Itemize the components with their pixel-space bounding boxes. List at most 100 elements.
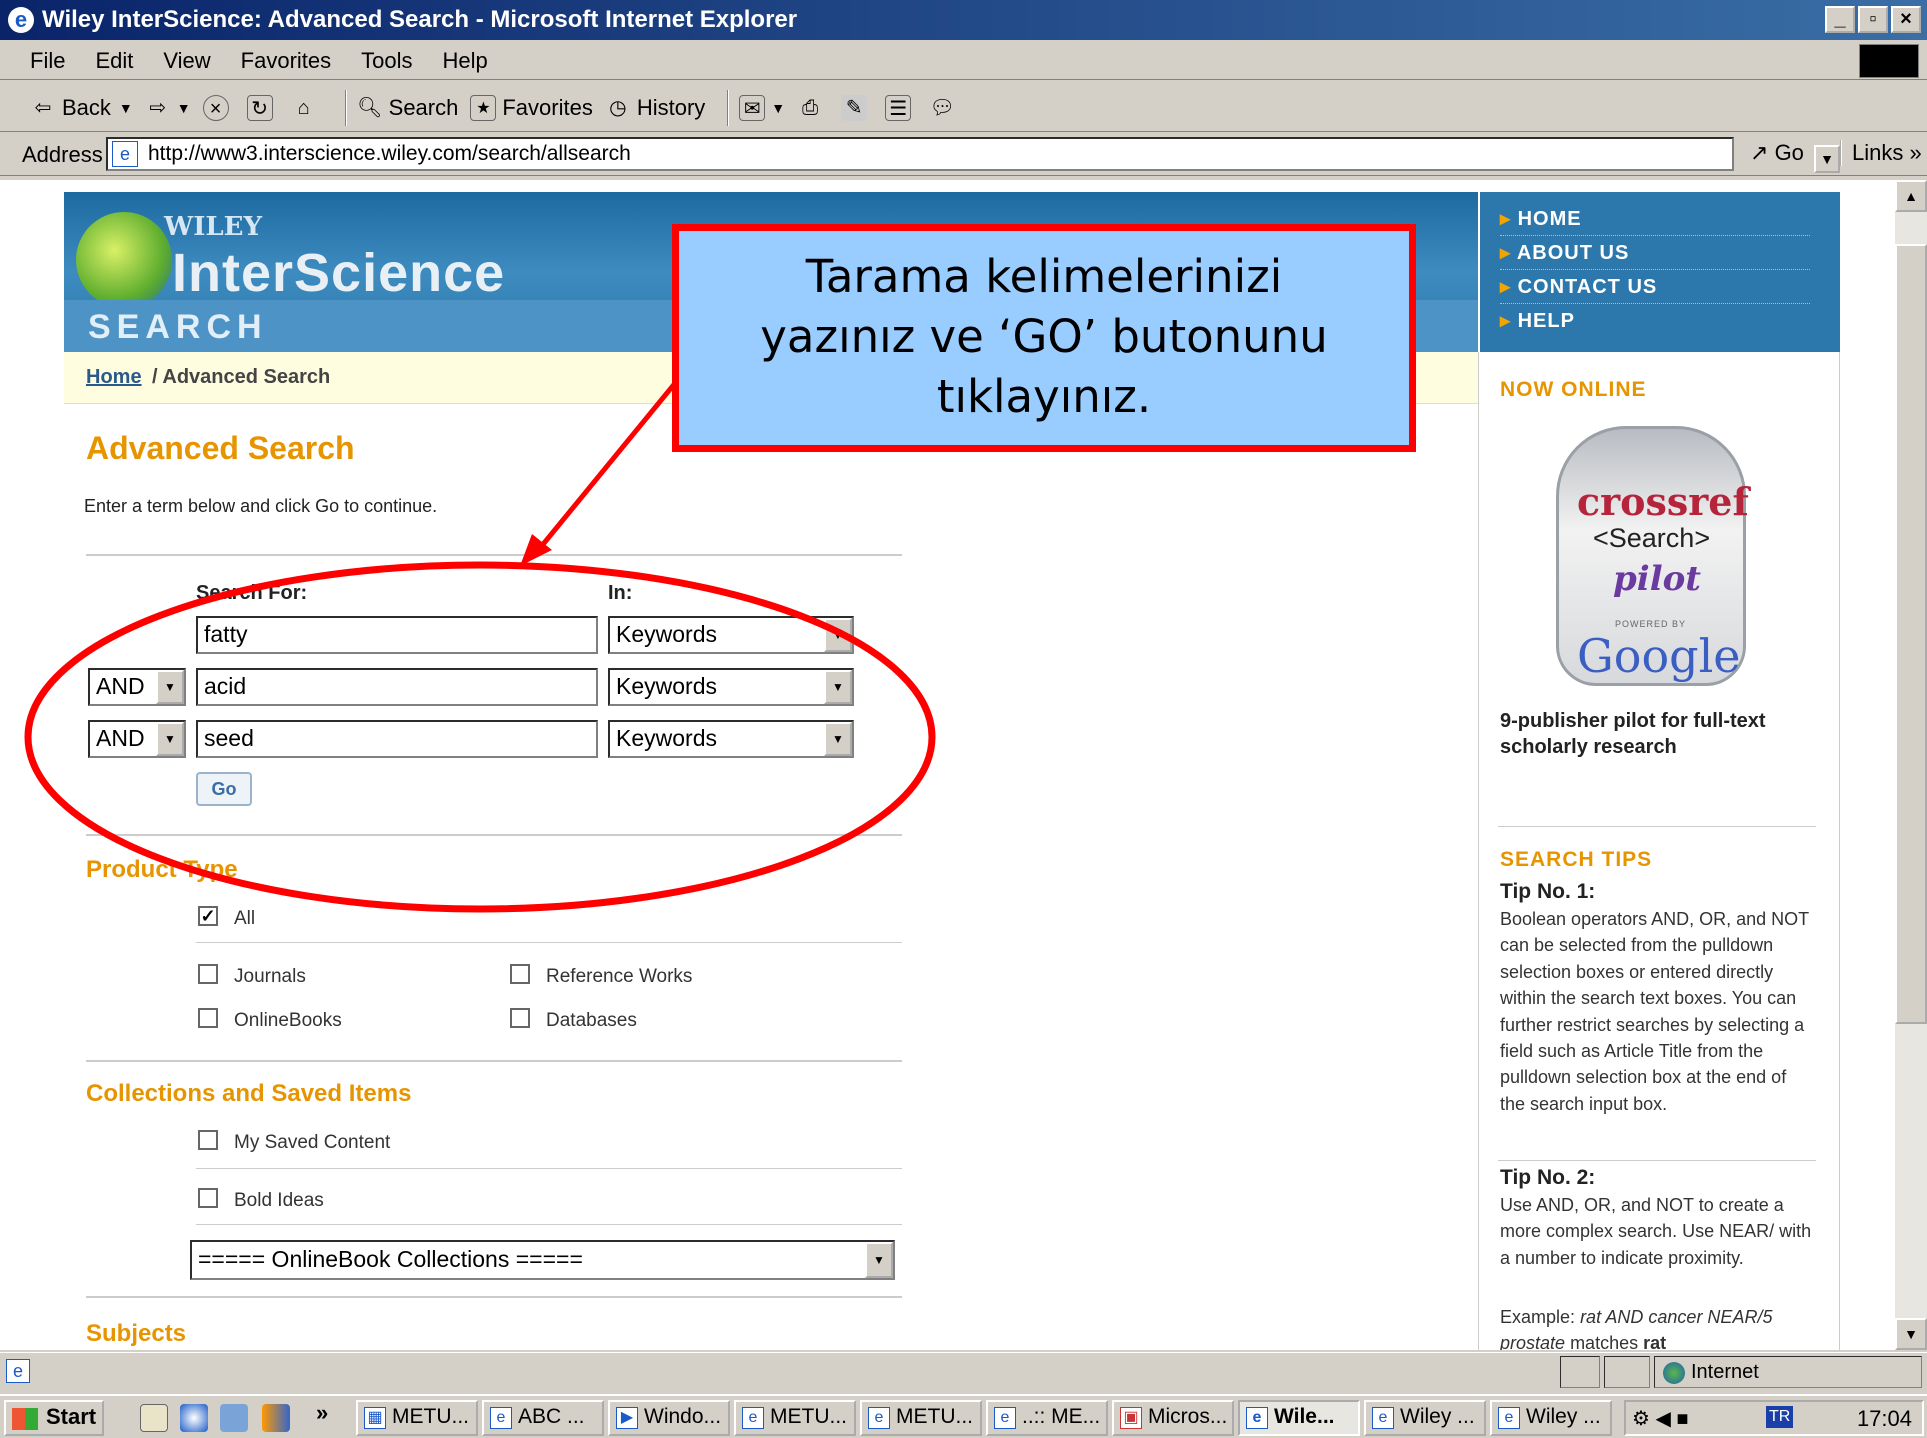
status-pane <box>1604 1356 1650 1388</box>
taskbar-button[interactable]: ▣ Micros... <box>1112 1400 1234 1436</box>
ie-icon: e <box>8 7 34 33</box>
crossref-search-text: <Search> <box>1593 523 1711 553</box>
go-button[interactable]: Go <box>196 772 252 806</box>
nav-home[interactable]: HOME <box>1500 206 1810 236</box>
menu-edit[interactable]: Edit <box>80 48 148 74</box>
crossref-search-badge[interactable]: crossref <Search> pilot POWERED BY Googl… <box>1556 426 1749 686</box>
forward-button[interactable]: ⇨ ▼ <box>145 95 191 121</box>
windows-flag-icon <box>12 1408 38 1430</box>
top-nav: HOME ABOUT US CONTACT US HELP <box>1480 192 1840 352</box>
ie-icon: e <box>868 1407 890 1429</box>
refresh-button[interactable]: ↻ <box>246 94 279 121</box>
divider <box>1498 826 1816 827</box>
operator-select-3[interactable]: AND ▼ <box>88 720 186 758</box>
taskbar-button[interactable]: e METU... <box>860 1400 982 1436</box>
checkbox-bold-ideas[interactable] <box>198 1188 218 1208</box>
ie-quicklaunch-icon[interactable] <box>180 1404 208 1432</box>
discuss-button[interactable]: ☰ <box>885 94 917 121</box>
menu-favorites[interactable]: Favorites <box>226 48 346 74</box>
nav-contact-us[interactable]: CONTACT US <box>1500 274 1810 304</box>
tip-example: Example: rat AND cancer NEAR/5 prostate … <box>1500 1307 1773 1350</box>
checkbox-reference-works[interactable] <box>510 964 530 984</box>
nav-help[interactable]: HELP <box>1500 308 1810 337</box>
security-zone: Internet <box>1654 1356 1922 1388</box>
maximize-button[interactable]: ▫ <box>1858 6 1888 33</box>
menu-help[interactable]: Help <box>428 48 503 74</box>
ie-icon: e <box>994 1407 1016 1429</box>
divider <box>196 1224 902 1225</box>
address-label: Address <box>22 141 103 167</box>
checkbox-databases[interactable] <box>510 1008 530 1028</box>
language-indicator[interactable]: TR <box>1766 1406 1794 1428</box>
menu-file[interactable]: File <box>0 48 80 74</box>
close-button[interactable]: × <box>1891 6 1921 33</box>
quicklaunch-more[interactable]: » <box>316 1400 328 1426</box>
media-icon: ▶ <box>616 1407 638 1429</box>
operator-select-2[interactable]: AND ▼ <box>88 668 186 706</box>
vertical-scrollbar[interactable]: ▲ ▼ <box>1895 180 1927 1350</box>
mail-dropdown-icon[interactable]: ▼ <box>771 100 785 116</box>
field-select-3[interactable]: Keywords ▼ <box>608 720 854 758</box>
taskbar-button[interactable]: e..:: ME... <box>986 1400 1108 1436</box>
taskbar-button[interactable]: e Wiley ... <box>1490 1400 1612 1436</box>
collection-select[interactable]: ===== OnlineBook Collections ===== ▼ <box>190 1240 895 1280</box>
taskbar-button[interactable]: e ABC ... <box>482 1400 604 1436</box>
search-term-3[interactable]: seed <box>196 720 598 758</box>
menu-tools[interactable]: Tools <box>346 48 427 74</box>
taskbar-button[interactable]: e Wiley ... <box>1364 1400 1486 1436</box>
nav-about-us[interactable]: ABOUT US <box>1500 240 1810 270</box>
links-toolbar[interactable]: Links » <box>1840 140 1922 166</box>
print-button[interactable]: ⎙ <box>797 95 829 121</box>
address-dropdown-icon[interactable]: ▼ <box>1814 145 1840 173</box>
search-term-1[interactable]: fatty <box>196 616 598 654</box>
edit-button[interactable]: ✎ <box>841 94 873 121</box>
field-select-2[interactable]: Keywords ▼ <box>608 668 854 706</box>
search-term-2[interactable]: acid <box>196 668 598 706</box>
scroll-down-icon[interactable]: ▼ <box>1895 1318 1927 1350</box>
checkbox-my-saved-label: My Saved Content <box>234 1132 391 1153</box>
field-select-1[interactable]: Keywords ▼ <box>608 616 854 654</box>
start-button[interactable]: Start <box>4 1400 104 1436</box>
home-button[interactable]: ⌂ <box>291 95 323 121</box>
checkbox-all[interactable]: ✓ <box>198 906 218 926</box>
forward-dropdown-icon[interactable]: ▼ <box>177 100 191 116</box>
scroll-thumb[interactable] <box>1895 244 1927 1024</box>
back-dropdown-icon[interactable]: ▼ <box>119 100 133 116</box>
address-go-button[interactable]: ↗ Go <box>1750 140 1804 166</box>
minimize-button[interactable]: _ <box>1825 6 1855 33</box>
search-button[interactable]: 🔍︎ Search <box>356 95 458 121</box>
scroll-up-icon[interactable]: ▲ <box>1895 180 1927 212</box>
callout-line-3: tıklayınız. <box>936 370 1152 423</box>
chevron-down-icon: ▼ <box>824 722 852 756</box>
checkbox-reference-works-label: Reference Works <box>546 966 693 987</box>
tray-icons[interactable]: ⚙ ◀ ■ <box>1632 1406 1689 1431</box>
messenger-button[interactable]: 💬︎ <box>929 95 961 121</box>
address-input[interactable]: e http://www3.interscience.wiley.com/sea… <box>106 137 1840 173</box>
show-desktop-icon[interactable] <box>140 1404 168 1432</box>
favorites-icon: ★ <box>470 94 497 121</box>
stop-button[interactable]: × <box>202 94 235 121</box>
media-player-icon[interactable] <box>262 1404 290 1432</box>
checkbox-my-saved-content[interactable] <box>198 1130 218 1150</box>
checkbox-onlinebooks[interactable] <box>198 1008 218 1028</box>
taskbar-button[interactable]: ▶ Windo... <box>608 1400 730 1436</box>
taskbar-button[interactable]: e METU... <box>734 1400 856 1436</box>
checkbox-all-label: All <box>234 908 256 929</box>
taskbar-button[interactable]: ▦ METU... <box>356 1400 478 1436</box>
tip1-text: Boolean operators AND, OR, and NOT can b… <box>1500 909 1809 1114</box>
status-bar: e Internet <box>0 1352 1927 1392</box>
favorites-button[interactable]: ★ Favorites <box>470 94 593 121</box>
mail-button[interactable]: ✉ ▼ <box>739 94 785 121</box>
toolbar-separator <box>344 89 347 126</box>
channel-icon[interactable] <box>220 1404 248 1432</box>
breadcrumb-home-link[interactable]: Home <box>86 366 142 389</box>
breadcrumb-current: / Advanced Search <box>152 366 331 388</box>
checkbox-journals[interactable] <box>198 964 218 984</box>
menu-view[interactable]: View <box>148 48 225 74</box>
title-bar[interactable]: e Wiley InterScience: Advanced Search - … <box>0 0 1927 40</box>
taskbar-button-active[interactable]: e Wile... <box>1238 1400 1360 1436</box>
search-icon: 🔍︎ <box>356 96 383 119</box>
app-icon: ▦ <box>364 1407 386 1429</box>
history-button[interactable]: ◷ History <box>605 95 705 121</box>
back-button[interactable]: ⇦ Back ▼ <box>30 95 133 121</box>
